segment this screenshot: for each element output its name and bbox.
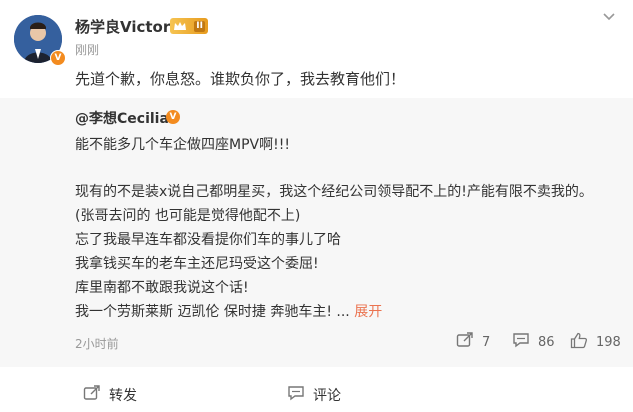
badge-level: II bbox=[194, 20, 205, 32]
verified-badge-icon: V bbox=[50, 50, 66, 66]
retweet-line: 现有的不是装x说自己都明星买，我这个经纪公司领导配不上的!产能有限不卖我的。 bbox=[75, 184, 593, 200]
chevron-down-icon[interactable] bbox=[601, 8, 617, 24]
comment-icon bbox=[512, 332, 530, 352]
retweet-timestamp[interactable]: 2小时前 bbox=[75, 335, 119, 352]
comment-icon bbox=[287, 385, 305, 405]
retweet-author[interactable]: @李想Cecilia bbox=[75, 108, 169, 128]
action-bar: 转发 评论 bbox=[0, 376, 633, 412]
like-count: 198 bbox=[596, 335, 621, 350]
retweet-line: 能不能多几个车企做四座MPV啊!!! bbox=[75, 137, 290, 153]
retweet-line: 忘了我最早连车都没看提你们车的事儿了哈 bbox=[75, 232, 341, 248]
post-text: 先道个歉，你息怒。谁欺负你了，我去教育他们！ bbox=[75, 70, 406, 88]
repost-icon bbox=[456, 332, 474, 352]
comment-button[interactable]: 评论 bbox=[287, 385, 341, 405]
retweet-comment-count[interactable]: 86 bbox=[512, 332, 555, 352]
repost-icon bbox=[83, 385, 101, 405]
retweet-line: 库里南都不敢跟我说这个话! bbox=[75, 280, 249, 296]
crown-badge-icon: II bbox=[170, 18, 208, 34]
comment-label: 评论 bbox=[313, 388, 341, 404]
retweet-repost-count[interactable]: 7 bbox=[456, 332, 490, 352]
repost-label: 转发 bbox=[109, 388, 137, 404]
retweet-like-count[interactable]: 198 bbox=[570, 332, 621, 353]
post-timestamp[interactable]: 刚刚 bbox=[75, 41, 99, 58]
repost-button[interactable]: 转发 bbox=[83, 385, 137, 405]
author-name[interactable]: 杨学良Victor bbox=[75, 16, 170, 37]
retweet-line-text: 我一个劳斯莱斯 迈凯伦 保时捷 奔驰车主! ... bbox=[75, 304, 350, 320]
retweeted-post[interactable]: @李想Cecilia V 能不能多几个车企做四座MPV啊!!! 现有的不是装x说… bbox=[0, 98, 633, 367]
retweet-line-last: 我一个劳斯莱斯 迈凯伦 保时捷 奔驰车主! ... 展开 bbox=[75, 301, 382, 321]
like-icon bbox=[570, 332, 588, 353]
retweet-line: (张哥去问的 也可能是觉得他配不上) bbox=[75, 208, 301, 224]
repost-count: 7 bbox=[482, 334, 491, 350]
expand-link[interactable]: 展开 bbox=[354, 304, 382, 320]
comment-count: 86 bbox=[538, 334, 555, 350]
retweet-line: 我拿钱买车的老车主还尼玛受这个委屈! bbox=[75, 256, 319, 272]
verified-badge-icon: V bbox=[166, 110, 180, 124]
